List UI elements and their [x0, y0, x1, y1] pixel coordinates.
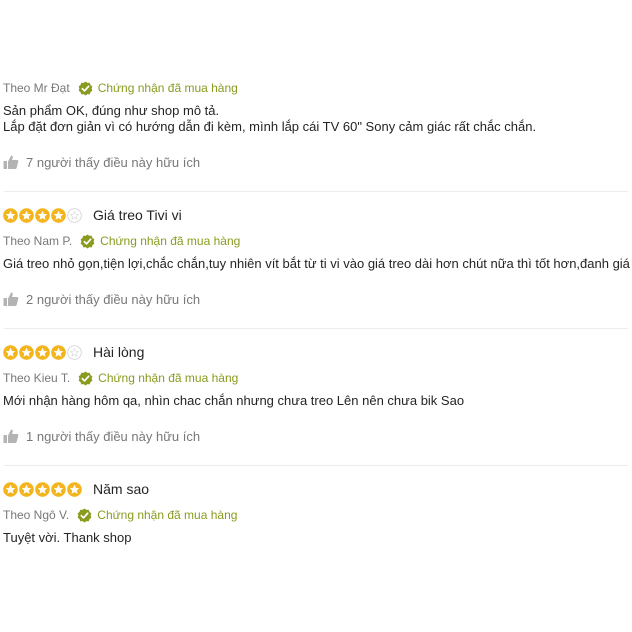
- verified-purchase-label: Chứng nhận đã mua hàng: [100, 234, 241, 248]
- helpful-count-label: 2 người thấy điều này hữu ích: [26, 291, 201, 307]
- review-author: Theo Kieu T.: [3, 371, 71, 385]
- review-body-line: Lắp đặt đơn giản vì có hướng dẫn đi kèm,…: [3, 119, 537, 134]
- review-divider: [4, 328, 628, 329]
- verified-check-icon: [77, 507, 92, 523]
- review-rating-row: Năm sao: [3, 480, 149, 498]
- review-author-row: Theo Mr Đạt Chứng nhận đã mua hàng: [3, 79, 238, 97]
- star-filled-icon: [19, 207, 34, 223]
- review-body-line: Sản phẩm OK, đúng như shop mô tả.: [3, 103, 220, 118]
- review-rating-row: Hài lòng: [3, 343, 144, 361]
- star-filled-icon: [51, 344, 66, 360]
- verified-purchase-label: Chứng nhận đã mua hàng: [97, 508, 238, 522]
- star-filled-icon: [51, 207, 66, 223]
- verified-check-icon: [78, 80, 93, 96]
- thumbs-up-icon: [3, 154, 19, 170]
- star-filled-icon: [3, 481, 18, 497]
- star-filled-icon: [51, 481, 66, 497]
- helpful-count-label: 7 người thấy điều này hữu ích: [26, 154, 201, 170]
- review-rating-row: Giá treo Tivi vi: [3, 206, 182, 224]
- helpful-button[interactable]: 1 người thấy điều này hữu ích: [3, 427, 200, 445]
- review-body: Sản phẩm OK, đúng như shop mô tả. Lắp đặ…: [3, 103, 632, 135]
- star-rating: [3, 344, 82, 360]
- review-title: Hài lòng: [93, 344, 145, 360]
- verified-purchase-label: Chứng nhận đã mua hàng: [97, 81, 238, 95]
- verified-purchase-label: Chứng nhận đã mua hàng: [98, 371, 239, 385]
- star-filled-icon: [3, 207, 18, 223]
- review-divider: [4, 465, 628, 466]
- star-empty-icon: [67, 344, 82, 360]
- star-rating: [3, 481, 82, 497]
- star-filled-icon: [19, 344, 34, 360]
- review-body: Tuyệt vời. Thank shop: [3, 530, 632, 546]
- review-divider: [4, 191, 628, 192]
- review-author-row: Theo Kieu T. Chứng nhận đã mua hàng: [3, 369, 238, 387]
- helpful-button[interactable]: 2 người thấy điều này hữu ích: [3, 290, 200, 308]
- verified-check-icon: [80, 233, 95, 249]
- review-title: Năm sao: [93, 481, 150, 497]
- star-filled-icon: [3, 344, 18, 360]
- review-author-row: Theo Ngô V. Chứng nhận đã mua hàng: [3, 506, 237, 524]
- star-filled-icon: [67, 481, 82, 497]
- star-filled-icon: [35, 344, 50, 360]
- review-body-line: Tuyệt vời. Thank shop: [3, 530, 132, 545]
- verified-check-icon: [78, 370, 93, 386]
- review-body: Mới nhận hàng hôm qa, nhìn chac chắn như…: [3, 393, 632, 409]
- star-rating: [3, 207, 82, 223]
- review-author: Theo Nam P.: [3, 234, 73, 248]
- helpful-count-label: 1 người thấy điều này hữu ích: [26, 428, 201, 444]
- thumbs-up-icon: [3, 428, 19, 444]
- review-author: Theo Mr Đạt: [3, 81, 70, 95]
- review-title: Giá treo Tivi vi: [93, 207, 182, 223]
- thumbs-up-icon: [3, 291, 19, 307]
- review-body-line: Mới nhận hàng hôm qa, nhìn chac chắn như…: [3, 393, 465, 408]
- review-body: Giá treo nhỏ gọn,tiện lợi,chắc chắn,tuy …: [3, 256, 632, 272]
- star-filled-icon: [35, 481, 50, 497]
- helpful-button[interactable]: 7 người thấy điều này hữu ích: [3, 153, 200, 171]
- review-author: Theo Ngô V.: [3, 508, 70, 522]
- star-empty-icon: [67, 207, 82, 223]
- review-author-row: Theo Nam P. Chứng nhận đã mua hàng: [3, 232, 240, 250]
- star-filled-icon: [19, 481, 34, 497]
- star-filled-icon: [35, 207, 50, 223]
- review-body-line: Giá treo nhỏ gọn,tiện lợi,chắc chắn,tuy …: [3, 256, 630, 271]
